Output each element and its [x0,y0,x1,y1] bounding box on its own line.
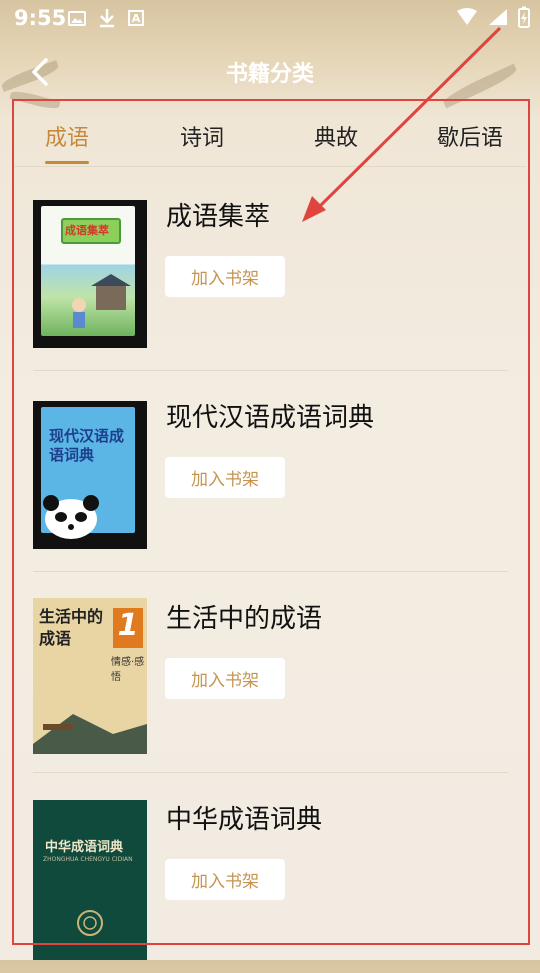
active-tab-indicator [45,161,89,164]
add-to-shelf-button[interactable]: 加入书架 [165,859,285,900]
book-title: 成语集萃 [166,202,271,232]
tab-chengyu[interactable]: 成语 [45,120,89,152]
tab-xiehouyu[interactable]: 歇后语 [437,120,503,152]
cover-title-text: 生活中的成语 [39,607,104,648]
download-icon [100,9,114,28]
cover-title-text: 现代汉语成语词典 [49,427,125,464]
book-item[interactable]: 中华成语词典 ZHONGHUA CHENGYU CIDIAN 中华成语词典 加入… [33,773,508,973]
app-header: 书籍分类 [0,38,540,106]
status-icons-right [456,6,530,28]
page-title: 书籍分类 [225,62,314,87]
book-item[interactable]: 生活中的成语 1 情感·感悟 生活中的成语 加入书架 [33,572,508,773]
cover-title-text: 中华成语词典 [45,840,124,855]
a-badge-icon: A [128,10,144,26]
category-tabs: 成语 诗词 典故 歇后语 [14,110,526,167]
book-item[interactable]: 现代汉语成语词典 现代汉语成语词典 加入书架 [33,371,508,572]
book-title: 生活中的成语 [166,604,323,634]
add-to-shelf-button[interactable]: 加入书架 [165,658,285,699]
book-item[interactable]: 成语集萃 成语集萃 加入书架 [33,170,508,371]
book-cover[interactable]: 现代汉语成语词典 [33,401,147,549]
cover-volume-badge: 1 [113,608,143,648]
cover-illustration [72,274,131,328]
wifi-icon [457,8,477,25]
signal-icon [489,9,507,25]
status-bar: 9:55 A [0,0,540,38]
cover-illustration [33,714,147,754]
status-time: 9:55 [14,6,67,30]
book-cover[interactable]: 生活中的成语 1 情感·感悟 [33,598,147,754]
book-cover[interactable]: 成语集萃 [33,200,147,348]
book-title: 现代汉语成语词典 [166,403,375,433]
cover-subtitle: 情感·感悟 [111,657,145,683]
cover-subtitle: ZHONGHUA CHENGYU CIDIAN [43,856,133,863]
status-icons-left: A [68,8,144,28]
panda-illustration [43,495,99,539]
image-icon [68,10,86,26]
tab-shici[interactable]: 诗词 [180,120,224,152]
seal-emblem-icon [77,910,103,936]
cover-title-text: 成语集萃 [65,224,109,237]
tab-diangu[interactable]: 典故 [314,120,358,152]
battery-charging-icon [518,6,530,28]
book-title: 中华成语词典 [166,805,323,835]
add-to-shelf-button[interactable]: 加入书架 [165,256,285,297]
add-to-shelf-button[interactable]: 加入书架 [165,457,285,498]
book-cover[interactable]: 中华成语词典 ZHONGHUA CHENGYU CIDIAN [33,800,147,960]
